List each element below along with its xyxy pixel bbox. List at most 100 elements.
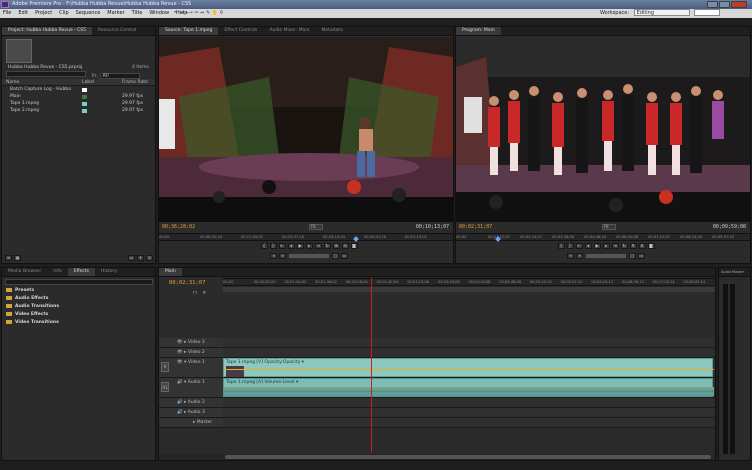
timeline-h-scroll-thumb[interactable] [225,455,711,459]
menu-sequence[interactable]: Sequence [73,9,105,18]
source-patch-v[interactable]: V [161,362,169,372]
ripple-edit-icon[interactable]: ⟷ [186,10,193,16]
source-patch-a[interactable]: A1 [161,382,169,392]
effects-search-input[interactable] [5,279,153,285]
track-video-1[interactable]: Tape 1.mpeg [V] Opacity:Opacity ▾ [223,358,715,378]
folder-video-transitions[interactable]: Video Transitions [2,319,155,327]
eye-icon[interactable]: 👁 [177,360,183,365]
camera-icon[interactable]: ◙ [647,243,655,249]
program-current-timecode[interactable]: 00;02;31;07 [459,223,492,231]
project-search-input[interactable] [6,71,86,77]
output-icon[interactable]: ▭ [340,253,348,259]
track-header-video-2[interactable]: 👁 ▸ Video 2 [159,348,223,358]
menu-marker[interactable]: Marker [104,9,128,18]
tab-program[interactable]: Program: Main [456,27,501,35]
timeline-current-timecode[interactable]: 00;02;31;07 [169,280,205,286]
new-item-icon[interactable]: + [137,255,144,261]
loop-icon[interactable]: ↻ [620,243,628,249]
program-fit-select[interactable]: Fit [602,224,616,230]
menu-file[interactable]: File [0,9,15,18]
in-select[interactable]: All [99,72,140,79]
col-frame-rate[interactable]: Frame Rate [122,79,148,86]
track-video-2[interactable] [223,348,715,358]
tab-project[interactable]: Project: Hubba Hubba Revue - CS5 [2,27,92,35]
audio-clip[interactable]: Tape 1.mpeg [A] Volume:Level ▾ [223,378,714,397]
tab-effect-controls[interactable]: Effect Controls [218,27,263,35]
minimize-icon[interactable] [707,1,718,8]
list-item[interactable]: Tape 1.mpeg 29.97 fps [2,100,155,107]
folder-video-effects[interactable]: Video Effects [2,311,155,319]
mark-in-icon[interactable]: { [557,243,565,249]
eye-icon[interactable]: 👁 [177,340,183,345]
play-icon[interactable]: ▶ [593,243,601,249]
track-header-audio-1[interactable]: A1 🔊 ▾ Audio 1 [159,378,223,398]
step-back-icon[interactable]: ◂ [287,243,295,249]
lift-icon[interactable]: ⊼ [629,243,637,249]
insert-icon[interactable]: ⊞ [332,243,340,249]
loop-icon[interactable]: ↻ [323,243,331,249]
menu-clip[interactable]: Clip [56,9,72,18]
go-to-in-icon[interactable]: ⇤ [575,243,583,249]
work-area-bar[interactable] [223,287,715,292]
tab-resource-central[interactable]: Resource Central [92,27,142,35]
new-bin-icon[interactable]: ▭ [128,255,135,261]
track-video-3[interactable] [223,338,715,348]
slip-icon[interactable]: ⇔ [200,10,204,16]
list-item[interactable]: Tape 2.mpeg 29.97 fps [2,107,155,114]
list-view-icon[interactable]: ≡ [5,255,12,261]
track-header-video-1[interactable]: V 👁 ▾ Video 1 [159,358,223,378]
folder-audio-effects[interactable]: Audio Effects [2,295,155,303]
selection-tool-icon[interactable]: ↖ [174,10,178,16]
zoom-icon[interactable]: ⚲ [220,10,224,16]
tab-source[interactable]: Source: Tape 1.mpeg [159,27,219,35]
mark-out-icon[interactable]: } [566,243,574,249]
output-icon[interactable]: ▭ [637,253,645,259]
tab-effects[interactable]: Effects [67,268,96,276]
go-to-out-icon[interactable]: ⇥ [611,243,619,249]
col-name[interactable]: Name [6,79,19,86]
play-icon[interactable]: ▶ [296,243,304,249]
source-time-ruler[interactable]: 00;00 00;08;32;16 00;17;05;02 00;25;37;18 00… [159,233,453,241]
safe-margins-icon[interactable]: □ [331,253,339,259]
folder-presets[interactable]: Presets [2,287,155,295]
track-audio-3[interactable] [223,408,715,418]
track-header-master[interactable]: ▸ Master [159,418,223,428]
step-forward-icon[interactable]: ▸ [305,243,313,249]
track-header-audio-3[interactable]: 🔊 ▸ Audio 3 [159,408,223,418]
eye-icon[interactable]: 👁 [177,350,183,355]
track-master[interactable] [223,418,715,428]
razor-icon[interactable]: ✂ [194,10,198,16]
track-header-audio-2[interactable]: 🔊 ▸ Audio 2 [159,398,223,408]
go-to-in-icon[interactable]: ⇤ [278,243,286,249]
timeline-time-ruler[interactable]: 00;00 00;00;32;00 00;01;04;02 00;01;36;02 00… [223,278,715,286]
speaker-icon[interactable]: 🔊 [177,380,183,385]
shuttle-left-icon[interactable]: « [270,253,278,259]
go-to-out-icon[interactable]: ⇥ [314,243,322,249]
track-audio-2[interactable] [223,398,715,408]
tab-audio-mixer[interactable]: Audio Mixer: Main [263,27,315,35]
shuttle-right-icon[interactable]: » [279,253,287,259]
menu-project[interactable]: Project [32,9,56,18]
tab-media-browser[interactable]: Media Browser [2,268,47,276]
camera-icon[interactable]: ◙ [350,243,358,249]
menu-window[interactable]: Window [146,9,173,18]
mark-out-icon[interactable]: } [269,243,277,249]
tab-metadata[interactable]: Metadata [316,27,349,35]
opacity-rubberband[interactable] [224,369,714,370]
track-header-video-3[interactable]: 👁 ▸ Video 3 [159,338,223,348]
shuttle-right-icon[interactable]: » [576,253,584,259]
mark-in-icon[interactable]: { [260,243,268,249]
timeline-h-scrollbar[interactable] [159,454,715,460]
step-forward-icon[interactable]: ▸ [602,243,610,249]
track-select-icon[interactable]: ⇥ [180,10,184,16]
overwrite-icon[interactable]: ⊟ [341,243,349,249]
maximize-icon[interactable] [719,1,730,8]
menu-edit[interactable]: Edit [15,9,32,18]
icon-view-icon[interactable]: ▦ [14,255,21,261]
workspace-select[interactable]: Editing [633,9,690,16]
extract-icon[interactable]: ⊻ [638,243,646,249]
jog-slider[interactable] [289,254,329,258]
source-fit-select[interactable]: Fit [309,224,323,230]
col-label[interactable]: Label [82,79,94,86]
tab-sequence-main[interactable]: Main [159,268,182,276]
